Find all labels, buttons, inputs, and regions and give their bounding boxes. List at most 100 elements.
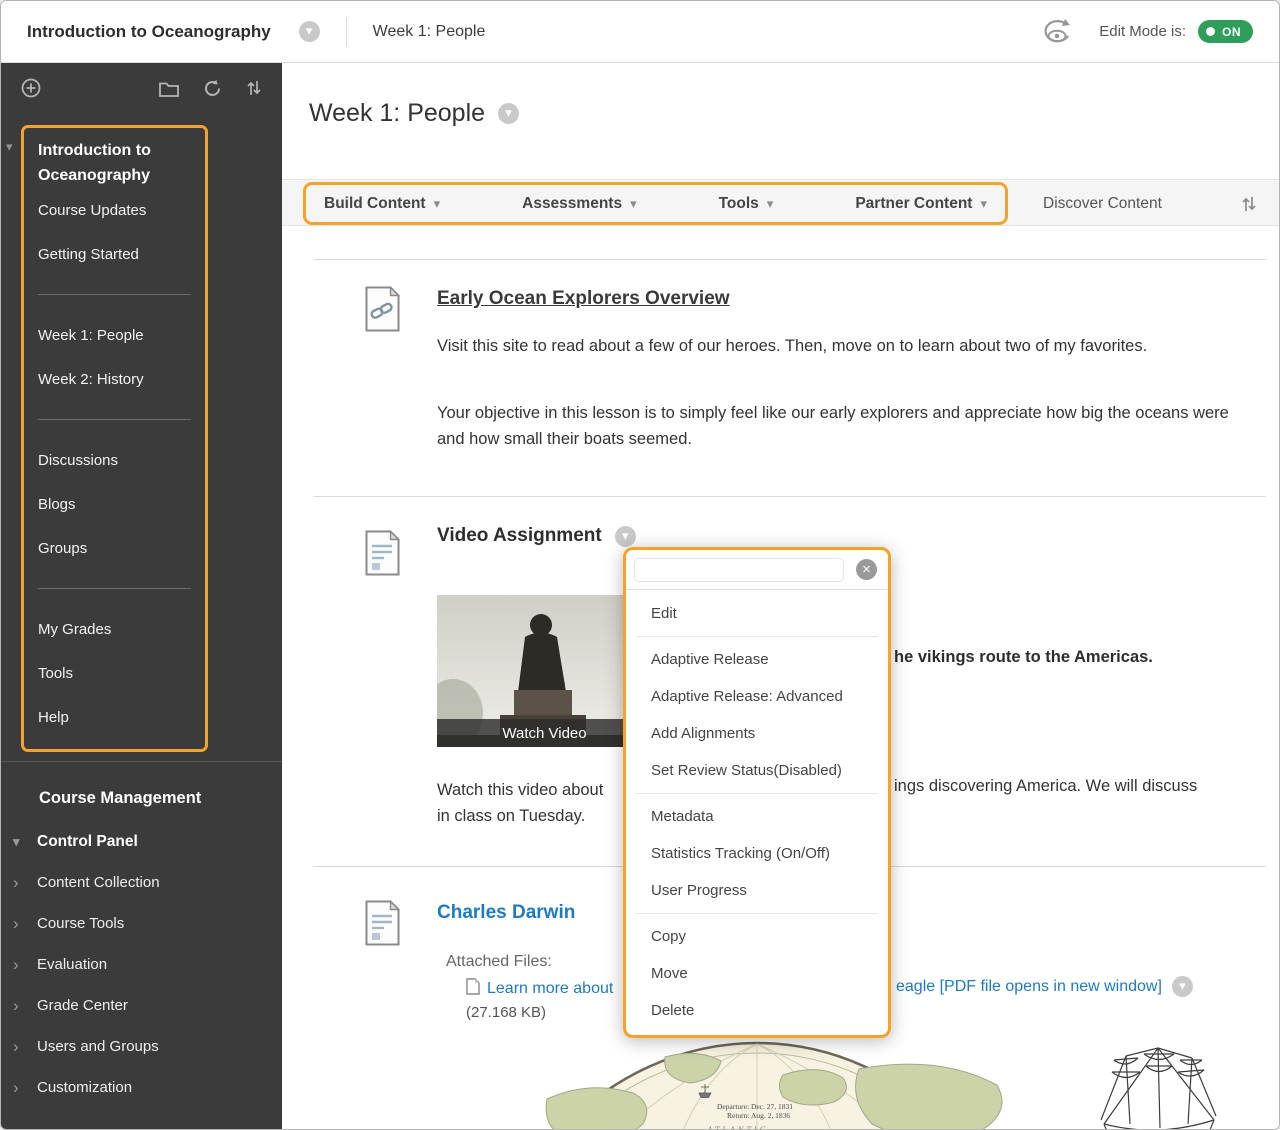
chevron-down-icon: ▾ (13, 834, 37, 850)
sidebar-item-week-1-people[interactable]: Week 1: People (38, 313, 191, 357)
sidebar-item-my-grades[interactable]: My Grades (38, 607, 191, 651)
item-description-bold-fragment: he vikings route to the Americas. (894, 648, 1153, 667)
menu-item-edit[interactable]: Edit (626, 595, 888, 632)
item-description: Watch this video about in class on Tuesd… (437, 777, 603, 829)
menu-item-metadata[interactable]: Metadata (626, 798, 888, 835)
ship-illustration (1096, 1042, 1221, 1129)
content-item-early-ocean-explorers: Early Ocean Explorers Overview Visit thi… (314, 259, 1266, 496)
course-title: Introduction to Oceanography (27, 22, 271, 42)
url-item-icon (364, 286, 400, 337)
map-label-return: Return: Aug. 2, 1836 (727, 1111, 790, 1120)
menu-item-user-progress[interactable]: User Progress (626, 872, 888, 909)
caret-down-icon: ▾ (630, 196, 637, 212)
file-options-chevron-icon[interactable]: ▾ (1172, 976, 1193, 997)
caret-down-icon: ▾ (980, 196, 987, 212)
chevron-right-icon: › (13, 874, 37, 891)
sidebar-item-discussions[interactable]: Discussions (38, 438, 191, 482)
chevron-right-icon: › (13, 956, 37, 973)
sidebar-toolbar (1, 63, 282, 98)
folder-view-icon[interactable] (159, 80, 179, 97)
sidebar-item-week-2-history[interactable]: Week 2: History (38, 357, 191, 401)
add-menu-item-icon[interactable] (21, 78, 41, 98)
chevron-right-icon: › (13, 915, 37, 932)
item-title-link[interactable]: Charles Darwin (437, 902, 575, 924)
sidebar-item-groups[interactable]: Groups (38, 526, 191, 570)
menu-divider (38, 588, 191, 589)
menu-separator (636, 636, 878, 637)
content-item-icon (364, 530, 400, 581)
map-label-ocean: ATLANTIC (706, 1125, 768, 1129)
blackboard-app-window: Introduction to Oceanography ▾ Week 1: P… (0, 0, 1280, 1130)
breadcrumb: Week 1: People (373, 23, 486, 41)
action-bar-highlight: Build Content ▾ Assessments ▾ Tools ▾ Pa… (303, 182, 1008, 225)
toggle-dot (1206, 27, 1215, 36)
video-thumbnail[interactable]: Watch Video (437, 595, 652, 747)
sidebar-item-grade-center[interactable]: › Grade Center (1, 985, 282, 1026)
menu-item-set-review-status[interactable]: Set Review Status(Disabled) (626, 752, 888, 789)
sidebar-item-course-updates[interactable]: Course Updates (38, 188, 191, 232)
item-options-chevron-icon[interactable]: ▾ (615, 526, 636, 547)
menu-item-adaptive-release[interactable]: Adaptive Release (626, 641, 888, 678)
sidebar-item-content-collection[interactable]: › Content Collection (1, 862, 282, 903)
sidebar: ▾ Introduction to Oceanography Course Up… (1, 63, 282, 1129)
partner-content-button[interactable]: Partner Content ▾ (855, 195, 987, 213)
menu-item-statistics-tracking[interactable]: Statistics Tracking (On/Off) (626, 835, 888, 872)
sidebar-section-divider (1, 761, 282, 762)
sidebar-item-course-home[interactable]: Introduction to Oceanography (38, 138, 191, 188)
sidebar-item-control-panel[interactable]: ▾ Control Panel (1, 821, 282, 862)
map-label-departure: Departure: Dec. 27, 1831 (717, 1102, 793, 1111)
menu-item-delete[interactable]: Delete (626, 992, 888, 1029)
collapse-menu-icon[interactable]: ▾ (6, 139, 13, 155)
discover-content-button[interactable]: Discover Content (1043, 180, 1162, 227)
close-icon[interactable]: × (856, 559, 877, 580)
course-menu-chevron-icon[interactable]: ▾ (299, 21, 320, 42)
menu-divider (38, 419, 191, 420)
video-caption: Watch Video (437, 719, 652, 747)
menu-item-move[interactable]: Move (626, 955, 888, 992)
chevron-right-icon: › (13, 1038, 37, 1055)
attached-file-link-fragment[interactable]: eagle [PDF file opens in new window] (896, 978, 1162, 996)
item-title[interactable]: Video Assignment (437, 525, 602, 547)
sidebar-item-course-tools[interactable]: › Course Tools (1, 903, 282, 944)
menu-divider (38, 294, 191, 295)
sidebar-item-blogs[interactable]: Blogs (38, 482, 191, 526)
refresh-icon[interactable] (203, 79, 222, 98)
chevron-right-icon: › (13, 1079, 37, 1096)
sidebar-item-evaluation[interactable]: › Evaluation (1, 944, 282, 985)
caret-down-icon: ▾ (767, 196, 774, 212)
menu-item-adaptive-release-advanced[interactable]: Adaptive Release: Advanced (626, 678, 888, 715)
build-content-button[interactable]: Build Content ▾ (324, 195, 440, 213)
edit-mode-toggle[interactable]: ON (1198, 20, 1253, 43)
caret-down-icon: ▾ (434, 196, 441, 212)
context-menu-header: × (626, 550, 888, 590)
action-bar: Build Content ▾ Assessments ▾ Tools ▾ Pa… (282, 179, 1279, 226)
assessments-button[interactable]: Assessments ▾ (522, 195, 636, 213)
sidebar-item-users-and-groups[interactable]: › Users and Groups (1, 1026, 282, 1067)
item-context-menu: × Edit Adaptive Release Adaptive Release… (623, 547, 891, 1038)
menu-item-copy[interactable]: Copy (626, 918, 888, 955)
chevron-right-icon: › (13, 997, 37, 1014)
sidebar-item-tools[interactable]: Tools (38, 651, 191, 695)
page-title: Week 1: People (309, 99, 485, 128)
item-title-link[interactable]: Early Ocean Explorers Overview (437, 288, 730, 310)
sidebar-item-help[interactable]: Help (38, 695, 191, 739)
world-map-image: Departure: Dec. 27, 1831 Return: Aug. 2,… (461, 1037, 1053, 1129)
context-menu-list: Edit Adaptive Release Adaptive Release: … (626, 590, 888, 1029)
menu-item-add-alignments[interactable]: Add Alignments (626, 715, 888, 752)
course-menu-highlighted: Introduction to Oceanography Course Upda… (21, 125, 208, 752)
course-management-heading: Course Management (39, 789, 282, 808)
reorder-items-icon[interactable] (1241, 195, 1257, 213)
reorder-icon[interactable] (246, 79, 262, 97)
menu-separator (636, 793, 878, 794)
context-menu-title-placeholder (634, 558, 844, 582)
item-description: Visit this site to read about a few of o… (437, 334, 1189, 360)
student-preview-icon[interactable] (1039, 18, 1075, 46)
page-title-chevron-icon[interactable]: ▾ (498, 103, 519, 124)
edit-mode-label: Edit Mode is: (1099, 23, 1186, 40)
attached-file-link[interactable]: Learn more about (487, 980, 613, 998)
sidebar-item-customization[interactable]: › Customization (1, 1067, 282, 1108)
sidebar-item-getting-started[interactable]: Getting Started (38, 232, 191, 276)
tools-button[interactable]: Tools ▾ (719, 195, 774, 213)
edit-mode-value: ON (1222, 25, 1241, 39)
topbar-divider (346, 17, 347, 47)
